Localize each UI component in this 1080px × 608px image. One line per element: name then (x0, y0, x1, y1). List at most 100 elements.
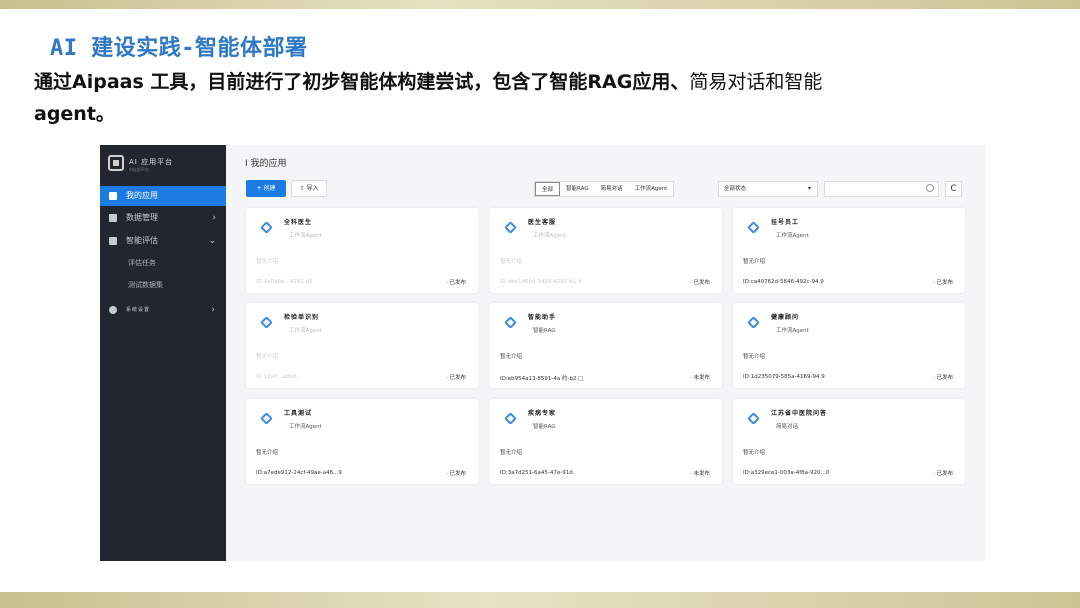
app-cube-icon (504, 316, 517, 329)
app-card[interactable]: 工具测试工作流Agent 暂无介绍 ID:a7ede912-24cf-49ae-a4… (246, 399, 478, 484)
app-id: ID:ca40762d-5646-492c-94.9 (743, 279, 824, 285)
app-card[interactable]: 挂号员工工作流Agent 暂无介绍 ID:ca40762d-5646-492c-94… (733, 208, 965, 293)
app-name: 智能助手 (528, 314, 557, 321)
app-card[interactable]: 医生客服工作流Agent 暂无介绍 ID:abe1d6b4-3d20-4291-b1… (490, 208, 722, 293)
app-id: ID:12a0...a8b8... (256, 374, 302, 380)
app-description: 暂无介绍 (743, 450, 766, 456)
app-cube-icon (747, 316, 760, 329)
logo-icon (108, 155, 124, 171)
app-id: ID:3a7d251-6a45-47e-91d. (500, 470, 575, 476)
app-card[interactable]: 智能助手 智能RAG 暂无介绍 ID:eb954a13-8591-4a 约-b2.□ ·… (490, 303, 722, 388)
description-bold: 通过Aipaas 工具，目前进行了初步智能体构建尝试，包含了智能RAG应用、 (34, 71, 690, 93)
app-card[interactable]: 全科医生工作流Agent 暂无介绍 ID:4a0d8e...4291-b1 · 已发布 (246, 208, 478, 293)
filter-rag[interactable]: 智能RAG (560, 182, 595, 196)
chevron-down-icon: ⌄ (208, 236, 216, 246)
type-filter-tabs: 全部 智能RAG 简易对话 工作流Agent (534, 181, 675, 197)
status-badge: · 已发布 (933, 375, 953, 381)
app-name: 江苏省中医院问答 (771, 410, 828, 417)
sidebar: AI 应用平台 AI应用平台 我的应用 数据管理 › 智能评估 ⌄ 评估任务 测… (100, 145, 226, 561)
brand-subtitle: AI应用平台 (129, 167, 149, 172)
app-description: 暂无介绍 (500, 259, 523, 265)
sidebar-item-test-datasets[interactable]: 测试数据集 (100, 275, 226, 295)
brand-name: AI 应用平台 (129, 158, 174, 166)
chevron-right-icon: › (211, 305, 216, 315)
app-card[interactable]: 健康顾问工作流Agent 暂无介绍 ID:1d235079-585a-4169-94… (733, 303, 965, 388)
slide-title: AI 建设实践-智能体部署 (50, 36, 308, 61)
grid-icon (109, 192, 117, 200)
sidebar-item-evaluation[interactable]: 智能评估 ⌄ (100, 231, 226, 251)
status-select[interactable]: 全部状态 ▾ (718, 181, 818, 197)
eval-icon (109, 237, 117, 245)
app-id: ID:a329ece1-003a-4f8a-920...0 (743, 470, 830, 476)
app-card[interactable]: 江苏省中医院问答简易对话暂无介绍 ID:a329ece1-003a-4f8a-92… (733, 399, 965, 484)
app-name: 疾病专家 (528, 410, 557, 417)
app-description: 暂无介绍 (256, 450, 279, 456)
chevron-right-icon: › (212, 213, 216, 223)
app-name: 全科医生 (284, 219, 313, 226)
app-cube-icon (504, 412, 517, 425)
description-bold-2: agent。 (34, 103, 115, 125)
status-badge: · 已发布 (446, 375, 466, 381)
app-description: 暂无介绍 (500, 354, 523, 360)
gear-icon (109, 306, 117, 314)
app-name: 检验单识别 (284, 314, 320, 321)
status-badge: · 已发布 (690, 280, 710, 286)
filter-workflow-agent[interactable]: 工作流Agent (629, 182, 674, 196)
search-input[interactable] (824, 181, 939, 197)
app-cube-icon (747, 221, 760, 234)
sidebar-item-eval-tasks[interactable]: 评估任务 (100, 253, 226, 273)
app-cube-icon (260, 412, 273, 425)
app-cube-icon (260, 316, 273, 329)
app-type: 工作流Agent (289, 424, 322, 430)
app-cube-icon (260, 221, 273, 234)
app-cube-icon (504, 221, 517, 234)
top-decor-band (0, 0, 1080, 9)
import-button[interactable]: ⇪ 导入 (291, 180, 327, 197)
app-cube-icon (747, 412, 760, 425)
description-normal: 简易对话和智能 (689, 71, 823, 93)
status-badge: · 已发布 (933, 280, 953, 286)
app-type: 工作流Agent (776, 233, 809, 239)
app-description: 暂无介绍 (256, 354, 279, 360)
app-description: 暂无介绍 (500, 450, 523, 456)
slide-description: 通过Aipaas 工具，目前进行了初步智能体构建尝试，包含了智能RAG应用、简易… (34, 66, 1044, 130)
filter-simple-chat[interactable]: 简易对话 (595, 182, 629, 196)
status-badge: · 已发布 (446, 280, 466, 286)
database-icon (109, 214, 117, 222)
status-badge: · 已发布 (446, 471, 466, 477)
filter-all[interactable]: 全部 (535, 182, 561, 196)
app-id: ID:a7ede912-24cf-49ae-a46...9 (256, 470, 342, 476)
app-id: ID:1d235079-585a-4169-94.9 (743, 374, 825, 380)
sidebar-item-data-management[interactable]: 数据管理 › (100, 208, 226, 228)
app-description: 暂无介绍 (743, 259, 766, 265)
app-id: ID:abe1d6b4-3d20-4291-b1.9 (500, 279, 582, 285)
status-badge: · 已发布 (933, 471, 953, 477)
app-type: 工作流Agent (289, 233, 322, 239)
create-button[interactable]: + 创建 (246, 180, 286, 197)
app-name: 工具测试 (284, 410, 313, 417)
app-name: 挂号员工 (771, 219, 800, 226)
app-type: 智能RAG (533, 424, 556, 430)
app-description: 暂无介绍 (743, 354, 766, 360)
app-type: 工作流Agent (289, 328, 322, 334)
refresh-button[interactable]: C (945, 181, 962, 197)
app-screenshot: AI 应用平台 AI应用平台 我的应用 数据管理 › 智能评估 ⌄ 评估任务 测… (100, 145, 985, 561)
app-card[interactable]: 检验单识别工作流Agent 暂无介绍 ID:12a0...a8b8... · 已发布 (246, 303, 478, 388)
app-card[interactable]: 疾病专家智能RAG 暂无介绍 ID:3a7d251-6a45-47e-91d. · 未… (490, 399, 722, 484)
sidebar-item-my-apps[interactable]: 我的应用 (100, 186, 226, 206)
caret-down-icon: ▾ (807, 185, 811, 192)
app-id: ID:4a0d8e...4291-b1 (256, 279, 313, 285)
app-type: 简易对话 (776, 424, 799, 430)
app-type: 工作流Agent (533, 233, 566, 239)
app-type: 工作流Agent (776, 328, 809, 334)
sidebar-item-settings[interactable]: 系统设置 › (100, 300, 226, 320)
page-title: I 我的应用 (245, 159, 287, 169)
status-badge: · 未发布 (690, 375, 710, 381)
status-badge: · 未发布 (690, 471, 710, 477)
app-type: 智能RAG (533, 328, 556, 334)
search-icon (926, 184, 934, 192)
app-description: 暂无介绍 (256, 259, 279, 265)
app-name: 医生客服 (528, 219, 557, 226)
bottom-decor-band (0, 592, 1080, 608)
app-name: 健康顾问 (771, 314, 800, 321)
